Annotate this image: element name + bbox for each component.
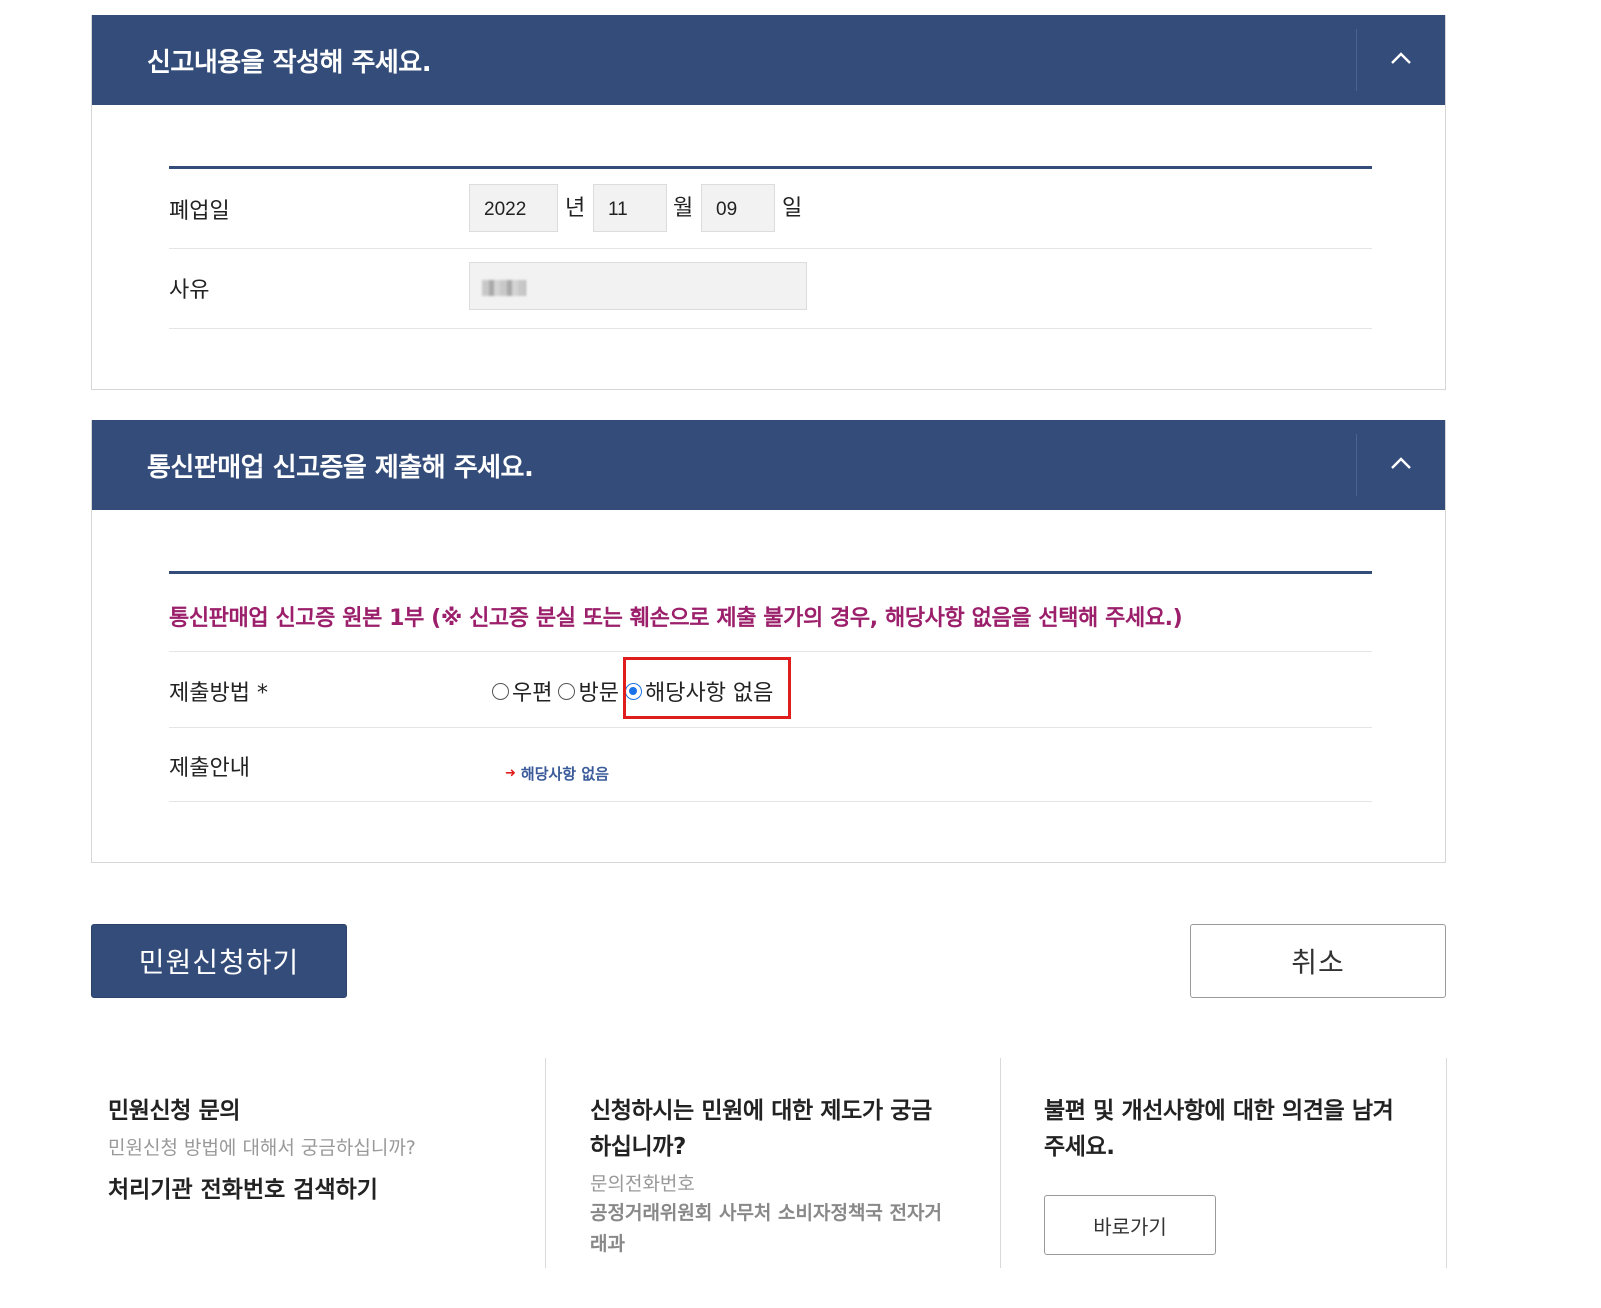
month-field[interactable]: 11 <box>593 184 667 232</box>
year-field[interactable]: 2022 <box>469 184 558 232</box>
method-label: 제출방법 * <box>169 681 268 706</box>
closure-date-label: 폐업일 <box>169 199 230 224</box>
inquiry-column: 민원신청 문의 민원신청 방법에 대해서 궁금하십니까? 처리기관 전화번호 검… <box>108 1093 528 1303</box>
method-option-mail[interactable]: 우편 <box>492 675 552 707</box>
system-inquiry-title: 신청하시는 민원에 대한 제도가 궁금하십니까? <box>590 1098 932 1160</box>
feedback-column: 불편 및 개선사항에 대한 의견을 남겨주세요. 바로가기 <box>1044 1093 1414 1303</box>
column-divider <box>1446 1058 1447 1268</box>
radio-button[interactable] <box>492 682 509 700</box>
method-row: 제출방법 * 우편 방문 해당사항 없음 <box>169 652 1372 728</box>
inquiry-title: 민원신청 문의 <box>108 1098 241 1124</box>
guide-text: 해당사항 없음 <box>520 765 609 783</box>
day-field[interactable]: 09 <box>701 184 775 232</box>
phone-label: 문의전화번호 <box>590 1173 695 1195</box>
reason-field[interactable] <box>469 262 807 310</box>
reason-label: 사유 <box>169 278 210 303</box>
method-option-label: 해당사항 없음 <box>644 681 774 706</box>
inquiry-subtitle: 민원신청 방법에 대해서 궁금하십니까? <box>108 1137 416 1159</box>
closure-date-row: 폐업일 2022 년 11 월 09 일 <box>169 169 1372 249</box>
submit-application-button[interactable]: 민원신청하기 <box>91 924 347 998</box>
submit-doc-table: 통신판매업 신고증 원본 1부 (※ 신고증 분실 또는 훼손으로 제출 불가의… <box>169 571 1372 802</box>
report-panel-title: 신고내용을 작성해 주세요. <box>147 48 432 78</box>
cancel-button[interactable]: 취소 <box>1190 924 1446 998</box>
column-divider <box>1000 1058 1001 1268</box>
arrow-right-icon: ➜ <box>505 766 516 781</box>
submit-notice: 통신판매업 신고증 원본 1부 (※ 신고증 분실 또는 훼손으로 제출 불가의… <box>169 606 1183 631</box>
phone-search-link[interactable]: 처리기관 전화번호 검색하기 <box>108 1170 528 1204</box>
chevron-up-icon <box>1391 457 1411 469</box>
method-option-label: 우편 <box>512 681 553 706</box>
method-option-none[interactable]: 해당사항 없음 <box>624 675 774 707</box>
method-option-label: 방문 <box>578 681 619 706</box>
department-name: 공정거래위원회 사무처 소비자정책국 전자거래과 <box>590 1202 942 1255</box>
method-radio-group: 우편 방문 해당사항 없음 <box>492 675 773 707</box>
guide-label: 제출안내 <box>169 756 250 781</box>
system-inquiry-column: 신청하시는 민원에 대한 제도가 궁금하십니까? 문의전화번호 공정거래위원회 … <box>590 1093 950 1303</box>
submit-doc-panel-header: 통신판매업 신고증을 제출해 주세요. <box>92 420 1445 510</box>
collapse-button[interactable] <box>1357 15 1445 105</box>
guide-link[interactable]: ➜ 해당사항 없음 <box>505 763 609 784</box>
year-unit: 년 <box>565 196 586 221</box>
chevron-up-icon <box>1391 52 1411 64</box>
collapse-button[interactable] <box>1357 420 1445 510</box>
method-option-visit[interactable]: 방문 <box>558 675 619 707</box>
day-unit: 일 <box>782 196 803 221</box>
blurred-reason-value <box>482 280 526 296</box>
report-panel-header: 신고내용을 작성해 주세요. <box>92 15 1445 105</box>
radio-button[interactable] <box>558 682 576 700</box>
report-table: 폐업일 2022 년 11 월 09 일 사유 <box>169 166 1372 329</box>
submit-doc-panel: 통신판매업 신고증을 제출해 주세요. 통신판매업 신고증 원본 1부 (※ 신… <box>91 420 1446 863</box>
column-divider <box>545 1058 546 1268</box>
report-panel: 신고내용을 작성해 주세요. 폐업일 2022 년 11 월 09 일 사유 <box>91 15 1446 390</box>
submit-doc-panel-title: 통신판매업 신고증을 제출해 주세요. <box>147 453 534 483</box>
go-button[interactable]: 바로가기 <box>1044 1195 1216 1255</box>
guide-row: 제출안내 ➜ 해당사항 없음 <box>169 728 1372 802</box>
reason-row: 사유 <box>169 249 1372 329</box>
notice-row: 통신판매업 신고증 원본 1부 (※ 신고증 분실 또는 훼손으로 제출 불가의… <box>169 574 1372 652</box>
feedback-title: 불편 및 개선사항에 대한 의견을 남겨주세요. <box>1044 1098 1394 1160</box>
month-unit: 월 <box>673 196 694 221</box>
radio-button-checked[interactable] <box>624 682 642 700</box>
